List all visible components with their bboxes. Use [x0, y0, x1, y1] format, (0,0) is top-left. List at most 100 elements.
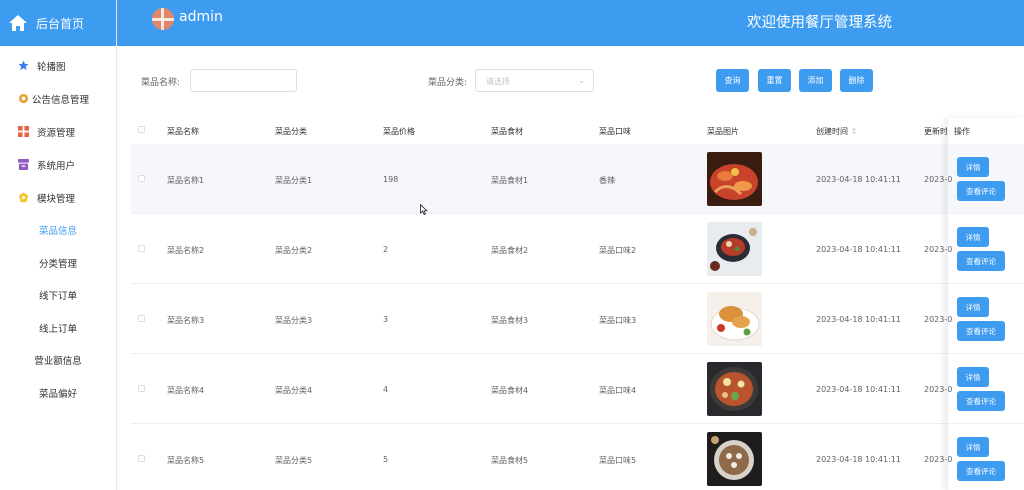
sidebar-subitem-offline-orders[interactable]: 线下订单: [0, 279, 116, 312]
cell-ingredients: 菜品食材3: [491, 316, 529, 325]
table-row: 菜品名称4 菜品分类4 4 菜品食材4 菜品口味4 2023-04-18 10:…: [131, 354, 1024, 424]
view-comments-button[interactable]: 查看评论: [957, 181, 1005, 201]
table-row: 菜品名称3 菜品分类3 3 菜品食材3 菜品口味3 2023-04-18 10:…: [131, 284, 1024, 354]
col-header-updated: 更新时: [924, 127, 948, 136]
detail-button[interactable]: 详情: [957, 297, 989, 317]
sidebar-item-label: 资源管理: [37, 127, 76, 139]
cell-ingredients: 菜品食材5: [491, 456, 529, 465]
bell-icon: [18, 93, 29, 104]
table-row: 菜品名称1 菜品分类1 198 菜品食材1 香辣 2023-04-18 10:4…: [131, 144, 1024, 214]
add-button[interactable]: 添加: [799, 69, 832, 92]
cell-category: 菜品分类1: [275, 176, 313, 185]
cell-created: 2023-04-18 10:41:11: [816, 315, 901, 324]
col-header-actions: 操作: [954, 127, 970, 136]
cell-price: 2: [383, 245, 389, 254]
cell-ingredients: 菜品食材2: [491, 246, 529, 255]
select-all-checkbox[interactable]: [138, 126, 145, 133]
reset-button[interactable]: 重置: [758, 69, 791, 92]
chevron-down-icon: ⌄: [578, 76, 585, 85]
dish-image[interactable]: [707, 152, 762, 206]
box-icon: [18, 159, 29, 170]
row-checkbox[interactable]: [138, 245, 145, 252]
cell-ingredients: 菜品食材1: [491, 176, 529, 185]
cell-price: 3: [383, 315, 389, 324]
cell-name: 菜品名称1: [167, 176, 205, 185]
cell-created: 2023-04-18 10:41:11: [816, 385, 901, 394]
sidebar-item-label: 系统用户: [37, 160, 76, 172]
table-row: 菜品名称5 菜品分类5 5 菜品食材5 菜品口味5 2023-04-18 10:…: [131, 424, 1024, 490]
avatar[interactable]: [152, 8, 174, 30]
app-root: 后台首页 轮播图 公告信息管理 资源管理 系统用户 模块管理 菜品信息 分类管理…: [0, 0, 1024, 490]
view-comments-button[interactable]: 查看评论: [957, 321, 1005, 341]
detail-button[interactable]: 详情: [957, 227, 989, 247]
star-icon: [18, 60, 29, 71]
detail-button[interactable]: 详情: [957, 367, 989, 387]
sidebar-home[interactable]: 后台首页: [0, 0, 116, 46]
cell-price: 4: [383, 385, 389, 394]
sidebar-subitem-online-orders[interactable]: 线上订单: [0, 312, 116, 345]
dish-image[interactable]: [707, 222, 762, 276]
delete-button[interactable]: 删除: [840, 69, 873, 92]
cell-name: 菜品名称5: [167, 456, 205, 465]
dish-table: 菜品名称 菜品分类 菜品价格 菜品食材 菜品口味 菜品图片 创建时间 ⇕ 更新时…: [131, 118, 1024, 490]
detail-button[interactable]: 详情: [957, 437, 989, 457]
col-header-ingredients: 菜品食材: [491, 127, 523, 136]
col-header-category: 菜品分类: [275, 127, 307, 136]
sidebar-subitem-dish-info[interactable]: 菜品信息: [0, 214, 116, 247]
cell-taste: 菜品口味3: [599, 316, 637, 325]
cell-price: 5: [383, 455, 389, 464]
row-checkbox[interactable]: [138, 385, 145, 392]
sidebar-item-label: 模块管理: [37, 193, 76, 205]
sidebar-item-modules[interactable]: 模块管理: [0, 181, 116, 214]
view-comments-button[interactable]: 查看评论: [957, 461, 1005, 481]
cell-ingredients: 菜品食材4: [491, 386, 529, 395]
cell-taste: 菜品口味5: [599, 456, 637, 465]
dish-image[interactable]: [707, 432, 762, 486]
dish-name-label: 菜品名称:: [141, 78, 181, 88]
gem-icon: [18, 192, 29, 203]
operations-column: 操作 详情 查看评论 详情 查看评论 详情 查看评论 详情 查看评论 详情 查看…: [947, 118, 1024, 490]
detail-button[interactable]: 详情: [957, 157, 989, 177]
cell-category: 菜品分类5: [275, 456, 313, 465]
user-name[interactable]: admin: [179, 9, 223, 25]
col-header-price: 菜品价格: [383, 127, 415, 136]
top-header: admin 欢迎使用餐厅管理系统: [117, 0, 1024, 46]
dish-category-select[interactable]: 请选择 ⌄: [475, 69, 594, 92]
cell-name: 菜品名称4: [167, 386, 205, 395]
row-checkbox[interactable]: [138, 175, 145, 182]
sidebar-item-carousel[interactable]: 轮播图: [0, 49, 116, 82]
col-header-taste: 菜品口味: [599, 127, 631, 136]
sidebar-subitem-revenue[interactable]: 营业额信息: [0, 344, 116, 377]
mouse-cursor-icon: [420, 204, 428, 215]
cell-category: 菜品分类4: [275, 386, 313, 395]
sort-icon[interactable]: ⇕: [851, 127, 858, 136]
sidebar-item-label: 公告信息管理: [32, 94, 90, 106]
dish-image[interactable]: [707, 292, 762, 346]
cell-name: 菜品名称3: [167, 316, 205, 325]
cell-taste: 菜品口味4: [599, 386, 637, 395]
cell-category: 菜品分类2: [275, 246, 313, 255]
sidebar-subitem-preference[interactable]: 菜品偏好: [0, 377, 116, 410]
search-bar: 菜品名称: 菜品分类: 请选择 ⌄ 查询 重置 添加 删除: [117, 46, 1024, 118]
select-placeholder: 请选择: [486, 77, 510, 86]
cell-created: 2023-04-18 10:41:11: [816, 245, 901, 254]
sidebar-home-label: 后台首页: [36, 16, 85, 31]
sidebar-item-notice[interactable]: 公告信息管理: [0, 82, 116, 115]
view-comments-button[interactable]: 查看评论: [957, 251, 1005, 271]
cell-created: 2023-04-18 10:41:11: [816, 455, 901, 464]
sidebar-item-resources[interactable]: 资源管理: [0, 115, 116, 148]
row-checkbox[interactable]: [138, 315, 145, 322]
sidebar-item-users[interactable]: 系统用户: [0, 148, 116, 181]
cell-created: 2023-04-18 10:41:11: [816, 175, 901, 184]
cell-price: 198: [383, 175, 399, 184]
dish-name-input[interactable]: [190, 69, 297, 92]
view-comments-button[interactable]: 查看评论: [957, 391, 1005, 411]
col-header-image: 菜品图片: [707, 127, 739, 136]
query-button[interactable]: 查询: [716, 69, 749, 92]
sidebar-subitem-category[interactable]: 分类管理: [0, 247, 116, 280]
cell-name: 菜品名称2: [167, 246, 205, 255]
row-checkbox[interactable]: [138, 455, 145, 462]
home-icon: [9, 15, 27, 31]
dish-image[interactable]: [707, 362, 762, 416]
col-header-created[interactable]: 创建时间 ⇕: [816, 126, 857, 137]
